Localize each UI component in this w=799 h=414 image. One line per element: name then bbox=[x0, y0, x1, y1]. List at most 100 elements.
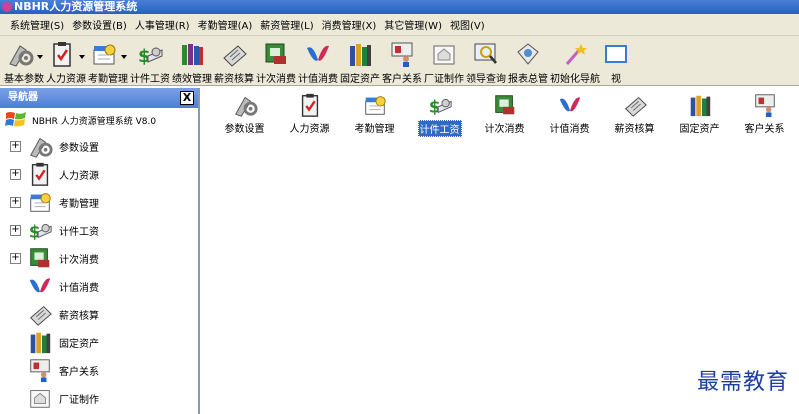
shortcut-label: 考勤管理 bbox=[354, 124, 395, 135]
toolbar-button-label: 视 bbox=[611, 74, 621, 85]
shortcut-label: 计件工资 bbox=[417, 120, 462, 137]
shortcut-label: 薪资核算 bbox=[614, 124, 655, 135]
shortcut-label: 客户关系 bbox=[744, 124, 785, 135]
tree-item-6[interactable]: 薪资核算 bbox=[0, 300, 198, 328]
expand-plus-icon[interactable]: + bbox=[10, 252, 21, 264]
tree-item-label: 薪资核算 bbox=[59, 310, 99, 322]
shortcut-8[interactable]: 客户关系 bbox=[732, 92, 797, 137]
menu-params[interactable]: 参数设置(B) bbox=[68, 17, 131, 32]
clipboard-icon bbox=[52, 42, 71, 67]
toolbar-button-12[interactable]: 报表总管 bbox=[508, 36, 548, 85]
clipboard-icon bbox=[301, 93, 318, 117]
attendance-icon bbox=[93, 44, 115, 65]
tree-item-0[interactable]: + 参数设置 bbox=[0, 132, 198, 160]
toolbar-button-9[interactable]: 客户关系 bbox=[382, 36, 422, 85]
value-consume-icon bbox=[559, 97, 580, 112]
navigator-header: 导航器 X bbox=[0, 88, 198, 108]
dropdown-arrow-icon[interactable] bbox=[120, 55, 127, 59]
toolbar-button-label: 人力资源 bbox=[46, 74, 86, 85]
tree-item-label: 客户关系 bbox=[59, 366, 99, 378]
params-icon bbox=[234, 96, 258, 117]
toolbar-button-14[interactable]: 视 bbox=[602, 36, 630, 85]
menu-consume[interactable]: 消费管理(X) bbox=[318, 17, 381, 32]
tree-root-label: NBHR 人力资源管理系统 V8.0 bbox=[32, 116, 157, 127]
toolbar-button-11[interactable]: 领导查询 bbox=[466, 36, 506, 85]
tree-item-5[interactable]: 计值消费 bbox=[0, 272, 198, 300]
tree-item-8[interactable]: 客户关系 bbox=[0, 356, 198, 384]
dropdown-arrow-icon[interactable] bbox=[36, 55, 43, 59]
menu-view[interactable]: 视图(V) bbox=[446, 17, 489, 32]
tree-item-4[interactable]: + 计次消费 bbox=[0, 244, 198, 272]
books-icon bbox=[182, 44, 203, 65]
tree-item-label: 参数设置 bbox=[59, 142, 99, 154]
card-icon bbox=[433, 45, 455, 65]
shortcut-6[interactable]: 薪资核算 bbox=[602, 92, 667, 137]
shortcut-label: 计值消费 bbox=[549, 124, 590, 135]
shortcut-5[interactable]: 计值消费 bbox=[537, 92, 602, 137]
piece-wage-icon: $ bbox=[428, 96, 452, 116]
toolbar-button-2[interactable]: 考勤管理 bbox=[88, 36, 128, 85]
menu-attendance[interactable]: 考勤管理(A) bbox=[194, 17, 257, 32]
value-consume-icon bbox=[307, 45, 329, 61]
toolbar-button-label: 基本参数 bbox=[4, 74, 44, 85]
tree-item-1[interactable]: + 人力资源 bbox=[0, 160, 198, 188]
tree-item-9[interactable]: 厂证制作 bbox=[0, 384, 198, 412]
navigator-panel: 导航器 X NBHR 人力资源管理系统 V8.0 + 参数设置 + 人力资源 + 考勤管理… bbox=[0, 88, 200, 414]
toolbar-button-8[interactable]: 固定资产 bbox=[340, 36, 380, 85]
tree-item-label: 计次消费 bbox=[59, 254, 99, 266]
toolbar-button-1[interactable]: 人力资源 bbox=[46, 36, 86, 85]
expand-plus-icon[interactable]: + bbox=[10, 140, 21, 152]
toolbar-button-label: 薪资核算 bbox=[214, 74, 254, 85]
toolbar-button-3[interactable]: $ 计件工资 bbox=[130, 36, 170, 85]
toolbar-button-13[interactable]: 初始化导航 bbox=[550, 36, 600, 85]
toolbar-button-0[interactable]: 基本参数 bbox=[4, 36, 44, 85]
window-title: NBHR人力资源管理系统 bbox=[14, 0, 138, 13]
shortcut-2[interactable]: 考勤管理 bbox=[342, 92, 407, 137]
toolbar-button-label: 固定资产 bbox=[340, 74, 380, 85]
tree-root[interactable]: NBHR 人力资源管理系统 V8.0 bbox=[0, 108, 198, 132]
menu-personnel[interactable]: 人事管理(R) bbox=[131, 17, 194, 32]
tree-item-7[interactable]: 固定资产 bbox=[0, 328, 198, 356]
expand-plus-icon[interactable]: + bbox=[10, 224, 21, 236]
count-consume-icon bbox=[265, 43, 286, 64]
tree-item-label: 固定资产 bbox=[59, 338, 99, 350]
toolbar-button-10[interactable]: 厂证制作 bbox=[424, 36, 464, 85]
tree-item-3[interactable]: + $ 计件工资 bbox=[0, 216, 198, 244]
expand-plus-icon[interactable]: + bbox=[10, 168, 21, 180]
windows-logo-icon bbox=[5, 112, 26, 127]
customer-icon bbox=[30, 359, 50, 383]
navigator-tree: + 参数设置 + 人力资源 + 考勤管理 + $ 计件工资 + 计次消费 计值消费 薪资核算 固定资产 客户… bbox=[0, 132, 198, 412]
toolbar-button-5[interactable]: 薪资核算 bbox=[214, 36, 254, 85]
toolbar-button-6[interactable]: 计次消费 bbox=[256, 36, 296, 85]
toolbar-button-4[interactable]: 绩效管理 bbox=[172, 36, 212, 85]
shortcut-label: 人力资源 bbox=[289, 124, 330, 135]
tree-item-label: 计件工资 bbox=[59, 226, 99, 238]
close-icon[interactable]: X bbox=[180, 91, 194, 105]
shortcut-1[interactable]: 人力资源 bbox=[277, 92, 342, 137]
tree-item-label: 厂证制作 bbox=[59, 394, 99, 406]
params-icon bbox=[8, 45, 33, 67]
value-consume-icon bbox=[29, 278, 51, 293]
shortcut-0[interactable]: 参数设置 bbox=[212, 92, 277, 137]
toolbar: 基本参数 人力资源 考勤管理 $ 计件工资 绩效管理 薪资核算 计次消费 计值消费 固定资产 客户关… bbox=[0, 36, 799, 86]
app-icon bbox=[2, 2, 12, 12]
toolbar-icon-wrap bbox=[6, 36, 43, 68]
customer-icon bbox=[754, 94, 775, 118]
shortcut-3[interactable]: $ 计件工资 bbox=[407, 92, 472, 137]
report-icon bbox=[517, 43, 539, 65]
toolbar-button-label: 考勤管理 bbox=[88, 74, 128, 85]
menu-other[interactable]: 其它管理(W) bbox=[380, 17, 446, 32]
attendance-icon bbox=[30, 193, 51, 212]
newspaper-icon bbox=[624, 96, 647, 117]
navigator-title: 导航器 bbox=[8, 92, 38, 103]
tree-item-2[interactable]: + 考勤管理 bbox=[0, 188, 198, 216]
toolbar-icon-wrap bbox=[90, 36, 127, 68]
menu-salary[interactable]: 薪资管理(L) bbox=[256, 17, 317, 32]
menu-system[interactable]: 系统管理(S) bbox=[6, 17, 68, 32]
view-icon bbox=[605, 45, 627, 63]
expand-plus-icon[interactable]: + bbox=[10, 196, 21, 208]
shortcut-7[interactable]: 固定资产 bbox=[667, 92, 732, 137]
dropdown-arrow-icon[interactable] bbox=[78, 55, 85, 59]
toolbar-button-7[interactable]: 计值消费 bbox=[298, 36, 338, 85]
shortcut-4[interactable]: 计次消费 bbox=[472, 92, 537, 137]
